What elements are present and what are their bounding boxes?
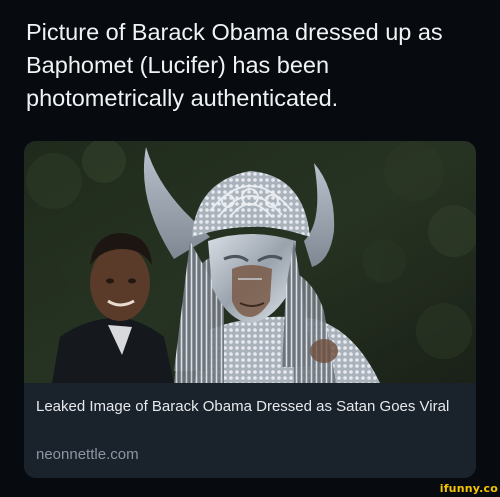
ifunny-watermark: ifunny.co — [439, 482, 498, 495]
card-caption: Leaked Image of Barack Obama Dressed as … — [24, 383, 476, 478]
card-photo — [24, 141, 476, 383]
card-title[interactable]: Leaked Image of Barack Obama Dressed as … — [36, 396, 456, 418]
link-preview-card[interactable]: Leaked Image of Barack Obama Dressed as … — [24, 141, 476, 478]
screenshot: Picture of Barack Obama dressed up as Ba… — [0, 0, 500, 497]
post-text: Picture of Barack Obama dressed up as Ba… — [26, 19, 443, 111]
card-domain: neonnettle.com — [36, 446, 139, 463]
